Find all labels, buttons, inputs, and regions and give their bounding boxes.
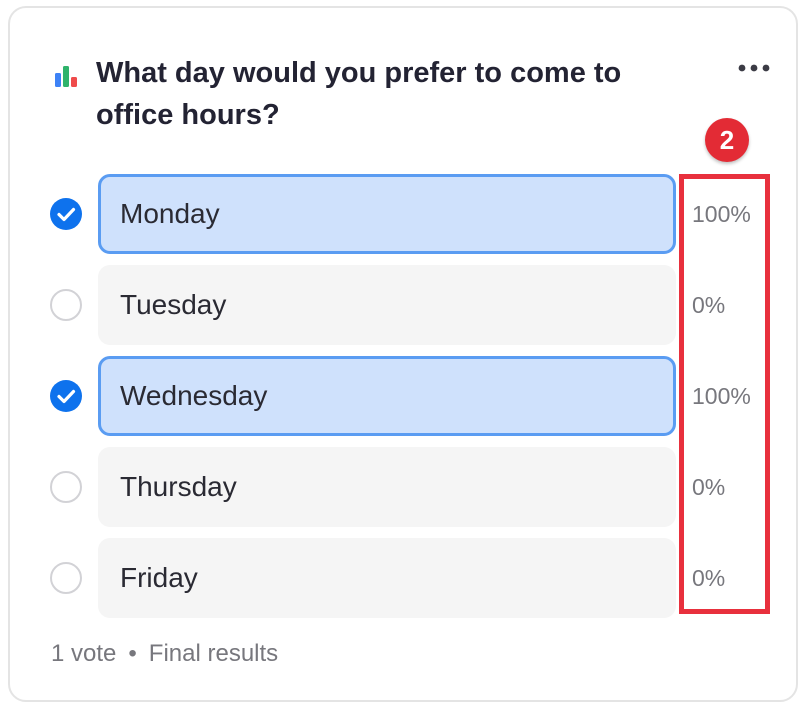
option-percent: 0% <box>692 474 726 500</box>
footer-separator: • <box>128 640 137 667</box>
option-box[interactable]: Thursday <box>98 447 676 527</box>
poll-card: What day would you prefer to come to off… <box>8 6 798 702</box>
option-label: Thursday <box>120 471 237 502</box>
option-label: Friday <box>120 562 198 593</box>
empty-circle-icon[interactable] <box>50 289 82 321</box>
empty-circle-icon[interactable] <box>50 562 82 594</box>
results-status: Final results <box>148 640 279 667</box>
poll-option-monday[interactable]: Monday 100% <box>10 174 800 254</box>
checkmark-circle-icon[interactable] <box>50 380 82 412</box>
poll-option-wednesday[interactable]: Wednesday 100% <box>10 356 800 436</box>
option-box[interactable]: Monday <box>98 174 676 254</box>
poll-question: What day would you prefer to come to off… <box>96 57 622 131</box>
poll-footer: 1 vote • Final results <box>51 640 278 668</box>
option-percent: 0% <box>692 565 726 591</box>
option-percent: 0% <box>692 292 726 318</box>
option-label: Monday <box>120 198 220 229</box>
empty-circle-icon[interactable] <box>50 471 82 503</box>
more-horizontal-icon[interactable] <box>734 58 774 78</box>
poll-option-thursday[interactable]: Thursday 0% <box>10 447 800 527</box>
annotation-badge: 2 <box>705 118 749 162</box>
vote-count: 1 vote <box>51 640 117 667</box>
option-label: Wednesday <box>120 380 268 411</box>
option-box[interactable]: Friday <box>98 538 676 618</box>
option-box[interactable]: Wednesday <box>98 356 676 436</box>
checkmark-circle-icon[interactable] <box>50 198 82 230</box>
option-percent: 100% <box>692 383 751 409</box>
option-label: Tuesday <box>120 289 227 320</box>
bar-chart-icon <box>55 66 77 87</box>
poll-option-friday[interactable]: Friday 0% <box>10 538 800 618</box>
poll-option-tuesday[interactable]: Tuesday 0% <box>10 265 800 345</box>
option-percent: 100% <box>692 201 751 227</box>
option-box[interactable]: Tuesday <box>98 265 676 345</box>
